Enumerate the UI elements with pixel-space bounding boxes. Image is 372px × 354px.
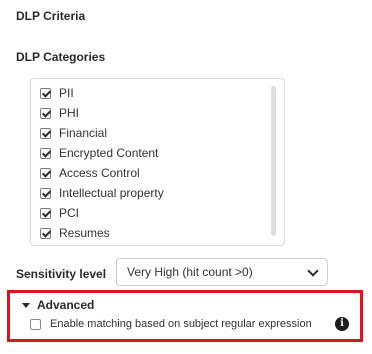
category-item-resumes[interactable]: Resumes <box>40 225 110 241</box>
category-item-financial[interactable]: Financial <box>40 125 107 141</box>
caret-down-icon[interactable] <box>22 302 30 308</box>
category-label: Intellectual property <box>59 186 164 200</box>
category-checkbox[interactable] <box>40 207 51 219</box>
subject-regex-checkbox[interactable] <box>30 318 41 330</box>
sensitivity-level-label: Sensitivity level <box>16 267 107 281</box>
category-label: Resumes <box>59 226 110 240</box>
list-scrollbar[interactable] <box>271 86 276 236</box>
category-label: PHI <box>59 106 80 120</box>
advanced-section-toggle[interactable]: Advanced <box>22 298 94 312</box>
subject-regex-option[interactable]: Enable matching based on subject regular… <box>30 318 312 330</box>
category-checkbox[interactable] <box>40 147 51 159</box>
category-item-pii[interactable]: PII <box>40 85 74 101</box>
subject-regex-label: Enable matching based on subject regular… <box>50 318 312 330</box>
category-checkbox[interactable] <box>40 127 51 139</box>
sensitivity-selected-value: Very High (hit count >0) <box>127 265 253 279</box>
sensitivity-level-select[interactable]: Very High (hit count >0) <box>116 258 328 286</box>
category-label: Access Control <box>59 166 140 180</box>
category-checkbox[interactable] <box>40 227 51 239</box>
dlp-categories-list[interactable]: PII PHI Financial Encrypted Content Acce… <box>30 78 285 246</box>
chevron-down-icon[interactable] <box>307 265 319 277</box>
category-item-access-control[interactable]: Access Control <box>40 165 140 181</box>
dlp-categories-title: DLP Categories <box>16 50 106 64</box>
category-item-pci[interactable]: PCI <box>40 205 79 221</box>
info-icon[interactable]: i <box>335 317 349 331</box>
category-checkbox[interactable] <box>40 187 51 199</box>
category-checkbox[interactable] <box>40 167 51 179</box>
category-checkbox[interactable] <box>40 107 51 119</box>
advanced-section-title: Advanced <box>37 298 95 312</box>
category-label: Financial <box>59 126 108 140</box>
category-label: PII <box>59 86 74 100</box>
category-checkbox[interactable] <box>40 87 51 99</box>
category-item-phi[interactable]: PHI <box>40 105 79 121</box>
category-item-encrypted-content[interactable]: Encrypted Content <box>40 145 158 161</box>
category-label: Encrypted Content <box>59 146 159 160</box>
dlp-criteria-panel: DLP Criteria DLP Categories PII PHI Fina… <box>0 0 372 354</box>
dlp-criteria-title: DLP Criteria <box>16 9 86 23</box>
category-item-intellectual-property[interactable]: Intellectual property <box>40 185 164 201</box>
category-label: PCI <box>59 206 80 220</box>
